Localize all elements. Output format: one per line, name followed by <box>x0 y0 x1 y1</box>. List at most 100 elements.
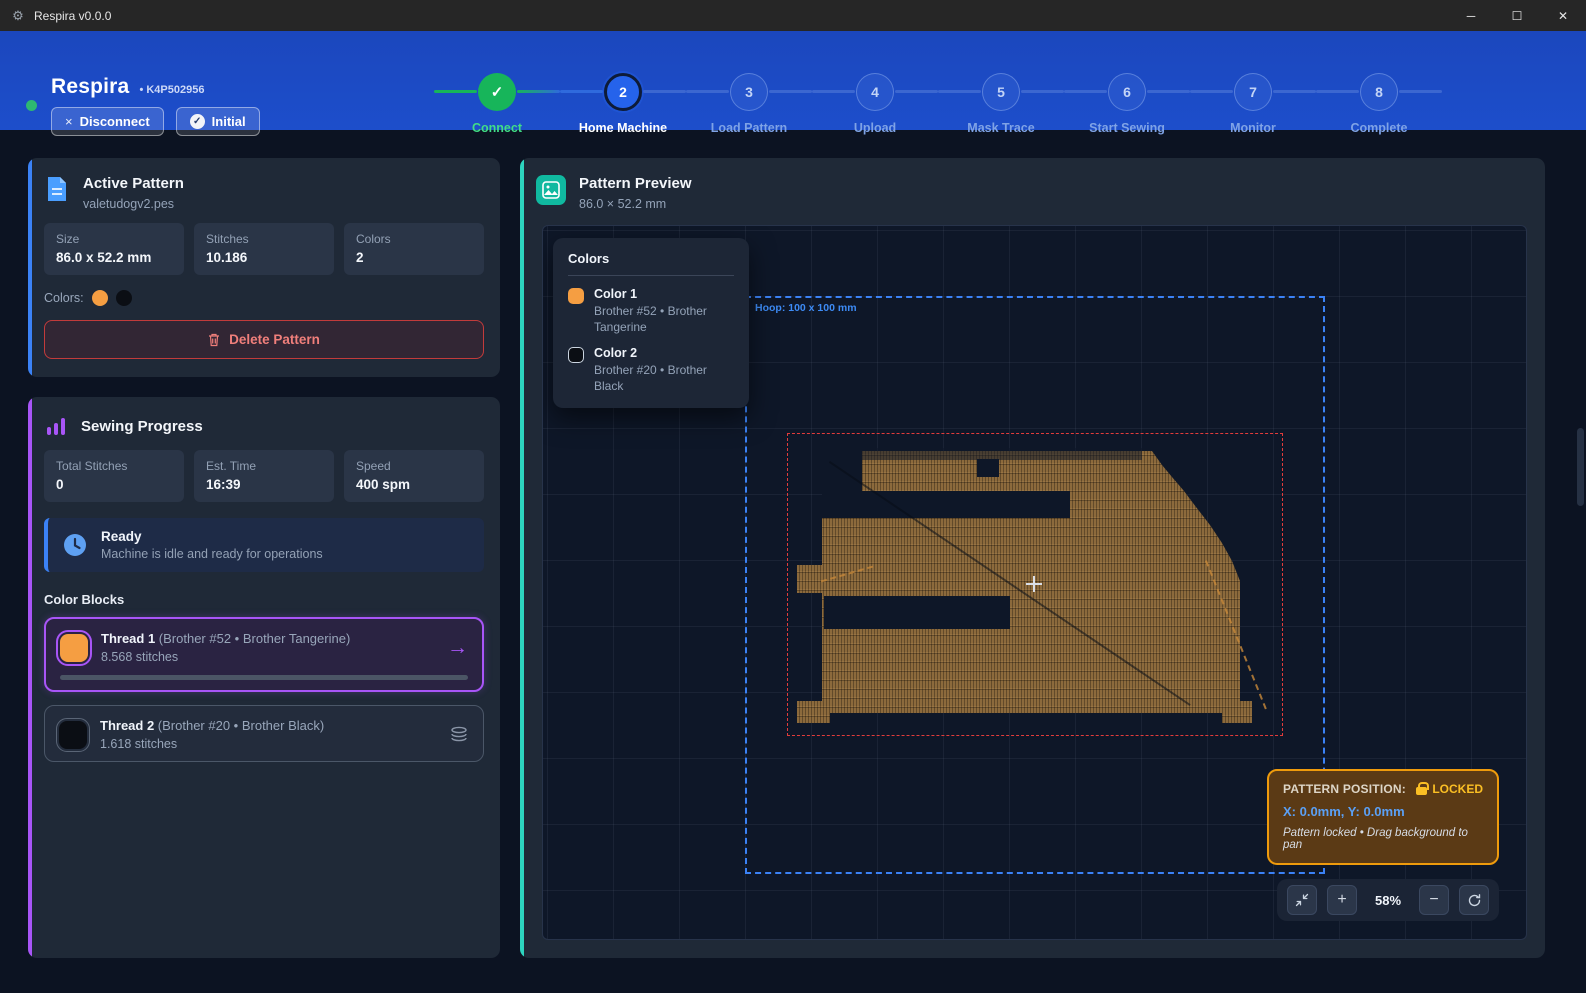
zoom-out-button[interactable]: − <box>1419 885 1449 915</box>
step-complete-label: Complete <box>1351 121 1408 135</box>
sewing-progress-accent <box>28 397 32 958</box>
step-monitor-label: Monitor <box>1230 121 1276 135</box>
status-message: Machine is idle and ready for operations <box>101 547 323 561</box>
file-icon <box>44 175 70 203</box>
pattern-stats-row: Size 86.0 x 52.2 mm Stitches 10.186 Colo… <box>28 223 500 275</box>
brand-block: Respira • K4P502956 × Disconnect ✓ Initi… <box>26 75 260 136</box>
stat-est-time-value: 16:39 <box>206 477 322 492</box>
pattern-colors-row: Colors: <box>28 275 500 306</box>
machine-status-banner: Ready Machine is idle and ready for oper… <box>44 518 484 572</box>
stat-stitches: Stitches 10.186 <box>194 223 334 275</box>
thread-1-stitches: 8.568 stitches <box>101 650 350 664</box>
preview-canvas[interactable]: Colors Color 1 Brother #52 • Brother Tan… <box>542 225 1527 940</box>
minimize-button[interactable]: ─ <box>1448 0 1494 31</box>
stat-size: Size 86.0 x 52.2 mm <box>44 223 184 275</box>
thread-1-title: Thread 1 <box>101 631 159 646</box>
step-connect[interactable]: ✓ Connect <box>434 45 560 135</box>
thread-1-progress-bar <box>60 675 468 680</box>
zoom-level: 58% <box>1367 893 1409 908</box>
initial-button[interactable]: ✓ Initial <box>176 107 260 136</box>
x-icon: × <box>65 114 73 129</box>
legend-swatch-2 <box>568 347 584 363</box>
needle-crosshair <box>1026 576 1042 592</box>
step-monitor-circle: 7 <box>1234 73 1272 111</box>
step-upload[interactable]: 4 Upload <box>812 45 938 135</box>
step-mask-trace[interactable]: 5 Mask Trace <box>938 45 1064 135</box>
legend-name-1: Color 1 <box>594 287 734 301</box>
reset-view-button[interactable] <box>1459 885 1489 915</box>
step-load-pattern-label: Load Pattern <box>711 121 787 135</box>
stat-size-value: 86.0 x 52.2 mm <box>56 250 172 265</box>
lock-icon <box>1416 787 1427 795</box>
color-blocks-heading: Color Blocks <box>28 572 500 617</box>
thread-2-name: Thread 2 (Brother #20 • Brother Black) <box>100 718 324 733</box>
initial-label: Initial <box>212 114 246 129</box>
close-button[interactable]: ✕ <box>1540 0 1586 31</box>
workflow-stepper: ✓ Connect 2 Home Machine 3 Load Pattern … <box>434 45 1442 135</box>
active-pattern-card: Active Pattern valetudogv2.pes Size 86.0… <box>28 158 500 377</box>
active-pattern-accent <box>28 158 32 377</box>
stat-speed-label: Speed <box>356 459 472 473</box>
brand-name: Respira <box>51 75 129 99</box>
zoom-in-button[interactable]: + <box>1327 885 1357 915</box>
thread-1-card[interactable]: Thread 1 (Brother #52 • Brother Tangerin… <box>44 617 484 692</box>
step-load-pattern[interactable]: 3 Load Pattern <box>686 45 812 135</box>
pattern-dimensions: 86.0 × 52.2 mm <box>579 197 692 211</box>
step-start-sewing[interactable]: 6 Start Sewing <box>1064 45 1190 135</box>
legend-detail-1: Brother #52 • Brother Tangerine <box>594 304 734 335</box>
pattern-lock-hint: Pattern locked • Drag background to pan <box>1283 827 1483 851</box>
stat-colors-value: 2 <box>356 250 472 265</box>
step-connect-label: Connect <box>472 121 522 135</box>
delete-pattern-button[interactable]: Delete Pattern <box>44 320 484 359</box>
image-icon <box>536 175 566 205</box>
pattern-filename: valetudogv2.pes <box>83 197 184 211</box>
pattern-position-overlay: PATTERN POSITION: LOCKED X: 0.0mm, Y: 0.… <box>1267 769 1499 865</box>
step-home-machine[interactable]: 2 Home Machine <box>560 45 686 135</box>
colors-legend: Colors Color 1 Brother #52 • Brother Tan… <box>553 238 749 408</box>
thread-2-swatch <box>59 721 87 749</box>
legend-detail-2: Brother #20 • Brother Black <box>594 363 734 394</box>
trash-icon <box>208 333 220 347</box>
delete-pattern-label: Delete Pattern <box>229 332 320 347</box>
step-connect-circle: ✓ <box>478 73 516 111</box>
hoop-label: Hoop: 100 x 100 mm <box>755 302 857 314</box>
clock-icon <box>62 532 88 558</box>
step-mask-trace-label: Mask Trace <box>967 121 1034 135</box>
pattern-position-label: PATTERN POSITION: <box>1283 782 1406 796</box>
thread-2-card[interactable]: Thread 2 (Brother #20 • Brother Black) 1… <box>44 705 484 762</box>
pattern-preview-card: Pattern Preview 86.0 × 52.2 mm Colors Co… <box>520 158 1545 958</box>
left-column: Active Pattern valetudogv2.pes Size 86.0… <box>28 158 500 958</box>
sewing-stats-row: Total Stitches 0 Est. Time 16:39 Speed 4… <box>28 450 500 502</box>
stat-total-stitches-label: Total Stitches <box>56 459 172 473</box>
stat-est-time: Est. Time 16:39 <box>194 450 334 502</box>
step-upload-label: Upload <box>854 121 896 135</box>
thread-1-swatch <box>60 634 88 662</box>
window-controls: ─ ☐ ✕ <box>1448 0 1586 31</box>
step-complete-circle: 8 <box>1360 73 1398 111</box>
pattern-preview-title: Pattern Preview <box>579 175 692 192</box>
colors-label: Colors: <box>44 291 84 305</box>
stat-stitches-label: Stitches <box>206 232 322 246</box>
step-start-sewing-label: Start Sewing <box>1089 121 1165 135</box>
sewing-progress-title: Sewing Progress <box>81 418 203 435</box>
vertical-scrollbar-thumb[interactable] <box>1577 428 1584 506</box>
status-title: Ready <box>101 529 323 544</box>
stat-speed-value: 400 spm <box>356 477 472 492</box>
step-complete[interactable]: 8 Complete <box>1316 45 1442 135</box>
sewing-progress-card: Sewing Progress Total Stitches 0 Est. Ti… <box>28 397 500 958</box>
active-pattern-title: Active Pattern <box>83 175 184 192</box>
color-swatch-orange <box>92 290 108 306</box>
maximize-button[interactable]: ☐ <box>1494 0 1540 31</box>
disconnect-button[interactable]: × Disconnect <box>51 107 164 136</box>
stat-total-stitches-value: 0 <box>56 477 172 492</box>
stat-colors: Colors 2 <box>344 223 484 275</box>
step-load-pattern-circle: 3 <box>730 73 768 111</box>
stat-est-time-label: Est. Time <box>206 459 322 473</box>
legend-title: Colors <box>568 251 734 276</box>
step-monitor[interactable]: 7 Monitor <box>1190 45 1316 135</box>
fit-view-button[interactable] <box>1287 885 1317 915</box>
app-window: ⚙ Respira v0.0.0 ─ ☐ ✕ Respira • K4P5029… <box>0 0 1586 993</box>
step-start-sewing-circle: 6 <box>1108 73 1146 111</box>
arrow-right-icon: → <box>447 636 468 660</box>
stat-total-stitches: Total Stitches 0 <box>44 450 184 502</box>
